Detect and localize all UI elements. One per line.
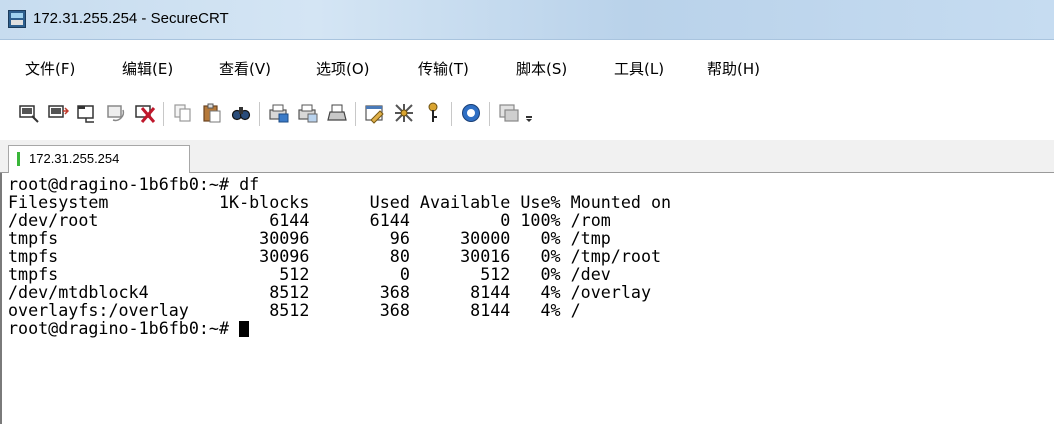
copy-icon[interactable] [172,102,194,124]
keymap-icon[interactable] [422,102,444,124]
session-tab-bar: 172.31.255.254 [0,140,1054,173]
toolbar-overflow-icon[interactable] [524,102,534,124]
print-icon[interactable] [326,102,348,124]
help-icon[interactable] [460,102,482,124]
print-selection-icon[interactable] [297,102,319,124]
toolbar-separator [259,102,260,126]
menu-view[interactable]: 查看(V) [219,58,271,79]
terminal-line: /dev/root 6144 6144 0 100% /rom [8,210,611,230]
quick-connect-icon[interactable] [47,102,69,124]
terminal-cursor [239,321,250,337]
toolbar-separator [451,102,452,126]
session-options-icon[interactable] [364,102,386,124]
menu-edit[interactable]: 编辑(E) [122,58,173,79]
disconnect-icon[interactable] [134,102,156,124]
terminal-line: overlayfs:/overlay 8512 368 8144 4% / [8,300,581,320]
connect-icon[interactable] [18,102,40,124]
global-options-icon[interactable] [393,102,415,124]
title-bar: 172.31.255.254 - SecureCRT [0,0,1054,40]
reconnect-icon[interactable] [105,102,127,124]
menu-transfer[interactable]: 传输(T) [418,58,469,79]
toolbar-separator [355,102,356,126]
toolbar-separator [163,102,164,126]
terminal-line: tmpfs 30096 80 30016 0% /tmp/root [8,246,662,266]
session-tab[interactable]: 172.31.255.254 [8,145,190,173]
connect-tab-icon[interactable] [76,102,98,124]
window-title: 172.31.255.254 - SecureCRT [33,10,229,27]
terminal-output: root@dragino-1b6fb0:~# df Filesystem 1K-… [8,175,671,337]
terminal-line: tmpfs 30096 96 30000 0% /tmp [8,228,611,248]
session-tab-label: 172.31.255.254 [29,151,120,166]
toolbar [0,92,1054,136]
terminal-prompt: root@dragino-1b6fb0:~# [8,318,240,338]
menu-options[interactable]: 选项(O) [316,58,370,79]
menu-file[interactable]: 文件(F) [25,58,75,79]
terminal-line: root@dragino-1b6fb0:~# df [8,174,260,194]
menu-script[interactable]: 脚本(S) [516,58,567,79]
paste-icon[interactable] [201,102,223,124]
menu-tools[interactable]: 工具(L) [614,58,664,79]
find-icon[interactable] [230,102,252,124]
connection-status-indicator [17,152,20,166]
terminal-line: Filesystem 1K-blocks Used Available Use%… [8,192,672,212]
terminal-area[interactable]: root@dragino-1b6fb0:~# df Filesystem 1K-… [0,173,1054,424]
securecrt-app-icon[interactable] [8,10,26,28]
toolbar-separator [489,102,490,126]
menu-help[interactable]: 帮助(H) [707,58,760,79]
terminal-line: /dev/mtdblock4 8512 368 8144 4% /overlay [8,282,651,302]
print-setup-icon[interactable] [268,102,290,124]
terminal-line: tmpfs 512 0 512 0% /dev [8,264,611,284]
menu-bar: 文件(F) 编辑(E) 查看(V) 选项(O) 传输(T) 脚本(S) 工具(L… [0,54,1054,82]
sftp-icon[interactable] [498,102,520,124]
